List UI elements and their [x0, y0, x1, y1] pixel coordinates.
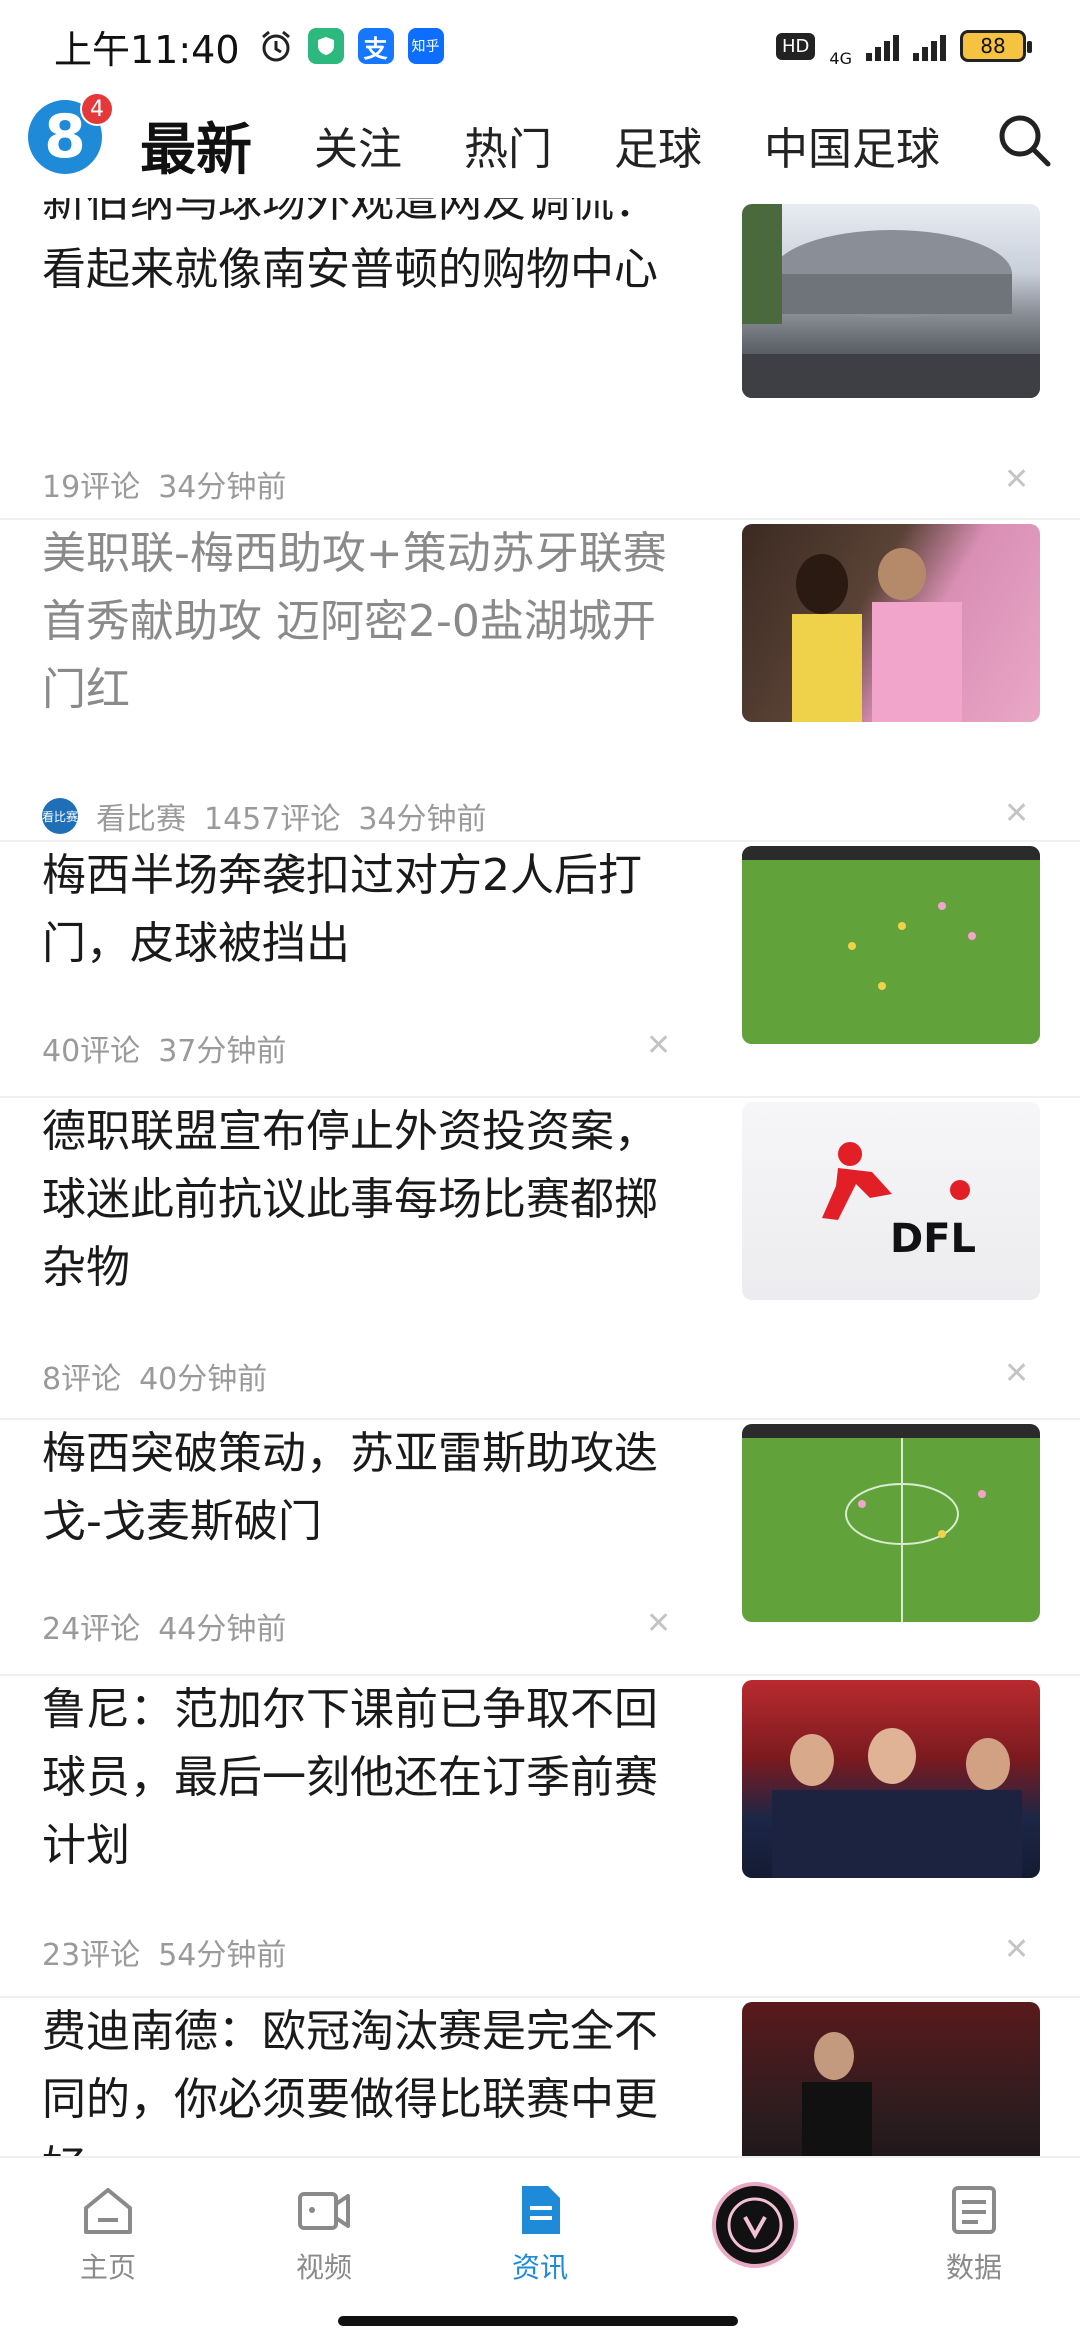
- comment-count: 23评论: [42, 1938, 141, 1973]
- article-meta: 8评论 40分钟前: [42, 1354, 267, 1398]
- post-time: 37分钟前: [158, 1034, 287, 1069]
- article-title[interactable]: 梅西半场奔袭扣过对方2人后打门，皮球被挡出: [42, 842, 692, 978]
- nav-video[interactable]: 视频: [254, 2180, 394, 2286]
- article-thumbnail-coach[interactable]: [742, 2002, 1040, 2156]
- dfl-logo-text: DFL: [890, 1216, 976, 1262]
- nav-home[interactable]: 主页: [38, 2180, 178, 2286]
- comment-count: 24评论: [42, 1612, 141, 1647]
- tab-following[interactable]: 关注: [314, 113, 402, 177]
- news-icon: [522, 2186, 560, 2234]
- article-card[interactable]: 鲁尼：范加尔下课前已争取不回球员，最后一刻他还在订季前赛计划 23评论 54分钟…: [0, 1676, 1080, 1998]
- comment-count: 40评论: [42, 1034, 141, 1069]
- post-time: 34分钟前: [158, 470, 287, 505]
- home-icon: [84, 2188, 132, 2234]
- article-thumbnail-players[interactable]: [742, 524, 1040, 722]
- dismiss-icon[interactable]: ✕: [1004, 796, 1029, 831]
- nav-home-label: 主页: [79, 2251, 136, 2284]
- article-meta: 40评论 37分钟前: [42, 1026, 286, 1070]
- article-meta: 23评论 54分钟前: [42, 1930, 286, 1974]
- article-card[interactable]: 费迪南德：欧冠淘汰赛是完全不同的，你必须要做得比联赛中更好: [0, 1998, 1080, 2156]
- signal-icon-2: [913, 31, 946, 61]
- dismiss-icon[interactable]: ✕: [1004, 1356, 1029, 1391]
- top-header: 8 4 最新 关注 热门 足球 中国足球: [0, 92, 1080, 198]
- video-icon: [298, 2192, 350, 2230]
- article-card[interactable]: 梅西半场奔袭扣过对方2人后打门，皮球被挡出 40评论 37分钟前 ✕: [0, 842, 1080, 1098]
- source-name: 看比赛: [96, 802, 186, 837]
- data-icon: [952, 2186, 996, 2234]
- status-time: 上午11:40: [54, 27, 240, 72]
- status-app-icons: 支 知乎: [258, 28, 444, 64]
- network-label: 4G: [829, 48, 852, 68]
- article-thumbnail-bench[interactable]: [742, 1680, 1040, 1878]
- hd-badge: HD: [776, 32, 816, 60]
- post-time: 34分钟前: [358, 802, 487, 837]
- article-title[interactable]: 德职联盟宣布停止外资投资案，球迷此前抗议此事每场比赛都掷杂物: [42, 1098, 692, 1302]
- article-thumbnail-pitch[interactable]: [742, 846, 1040, 1044]
- article-thumbnail-stadium[interactable]: [742, 204, 1040, 398]
- article-title[interactable]: 新伯纳乌球场外观遭网友调侃：看起来就像南安普顿的购物中心: [42, 198, 692, 304]
- comment-count: 1457评论: [204, 802, 341, 837]
- article-title[interactable]: 梅西突破策动，苏亚雷斯助攻迭戈-戈麦斯破门: [42, 1420, 692, 1556]
- article-thumbnail-pitch[interactable]: [742, 1424, 1040, 1622]
- status-right: HD 4G 88: [776, 25, 1032, 68]
- post-time: 54分钟前: [158, 1938, 287, 1973]
- status-bar: 上午11:40 支 知乎 HD 4G 88: [0, 0, 1080, 92]
- nav-news-label: 资讯: [511, 2251, 568, 2284]
- article-meta: 19评论 34分钟前: [42, 462, 286, 506]
- bottom-navigation: 主页 视频 资讯 数据: [0, 2156, 1080, 2340]
- alipay-icon: 支: [357, 28, 394, 64]
- inter-miami-badge-icon[interactable]: [712, 2182, 798, 2268]
- nav-news[interactable]: 资讯: [470, 2180, 610, 2286]
- search-icon[interactable]: [994, 110, 1054, 170]
- nav-video-label: 视频: [295, 2251, 352, 2284]
- battery-icon: 88: [960, 30, 1032, 62]
- home-indicator[interactable]: [338, 2316, 738, 2326]
- article-card[interactable]: 德职联盟宣布停止外资投资案，球迷此前抗议此事每场比赛都掷杂物 8评论 40分钟前…: [0, 1098, 1080, 1420]
- article-meta: 看比赛 看比赛 1457评论 34分钟前: [42, 794, 487, 838]
- dismiss-icon[interactable]: ✕: [646, 1028, 671, 1063]
- article-title[interactable]: 美职联-梅西助攻+策动苏牙联赛首秀献助攻 迈阿密2-0盐湖城开门红: [42, 520, 692, 724]
- signal-icon: [866, 31, 899, 61]
- nav-data-label: 数据: [945, 2251, 1002, 2284]
- news-feed[interactable]: 新伯纳乌球场外观遭网友调侃：看起来就像南安普顿的购物中心 19评论 34分钟前 …: [0, 198, 1080, 2156]
- zhihu-icon: 知乎: [407, 28, 444, 64]
- shield-app-icon: [307, 28, 344, 64]
- post-time: 40分钟前: [139, 1362, 268, 1397]
- article-title[interactable]: 费迪南德：欧冠淘汰赛是完全不同的，你必须要做得比联赛中更好: [42, 1998, 692, 2156]
- article-card[interactable]: 新伯纳乌球场外观遭网友调侃：看起来就像南安普顿的购物中心 19评论 34分钟前 …: [0, 198, 1080, 520]
- dismiss-icon[interactable]: ✕: [1004, 462, 1029, 497]
- tab-latest[interactable]: 最新: [140, 105, 252, 186]
- article-title[interactable]: 鲁尼：范加尔下课前已争取不回球员，最后一刻他还在订季前赛计划: [42, 1676, 692, 1880]
- alarm-icon: [261, 30, 290, 62]
- dismiss-icon[interactable]: ✕: [1004, 1932, 1029, 1967]
- channel-tabs: 最新 关注 热门 足球 中国足球: [140, 92, 960, 198]
- article-card[interactable]: 梅西突破策动，苏亚雷斯助攻迭戈-戈麦斯破门 24评论 44分钟前 ✕: [0, 1420, 1080, 1676]
- tab-football[interactable]: 足球: [614, 113, 702, 177]
- article-meta: 24评论 44分钟前: [42, 1604, 286, 1648]
- tab-hot[interactable]: 热门: [464, 113, 552, 177]
- post-time: 44分钟前: [158, 1612, 287, 1647]
- article-card[interactable]: 美职联-梅西助攻+策动苏牙联赛首秀献助攻 迈阿密2-0盐湖城开门红 看比赛 看比…: [0, 520, 1080, 842]
- dismiss-icon[interactable]: ✕: [646, 1606, 671, 1641]
- source-icon: 看比赛: [42, 798, 78, 834]
- article-thumbnail-dfl-logo[interactable]: DFL: [742, 1102, 1040, 1300]
- comment-count: 8评论: [42, 1362, 122, 1397]
- nav-data[interactable]: 数据: [904, 2180, 1044, 2286]
- comment-count: 19评论: [42, 470, 141, 505]
- tab-china-football[interactable]: 中国足球: [764, 113, 940, 177]
- notification-badge: 4: [80, 92, 114, 126]
